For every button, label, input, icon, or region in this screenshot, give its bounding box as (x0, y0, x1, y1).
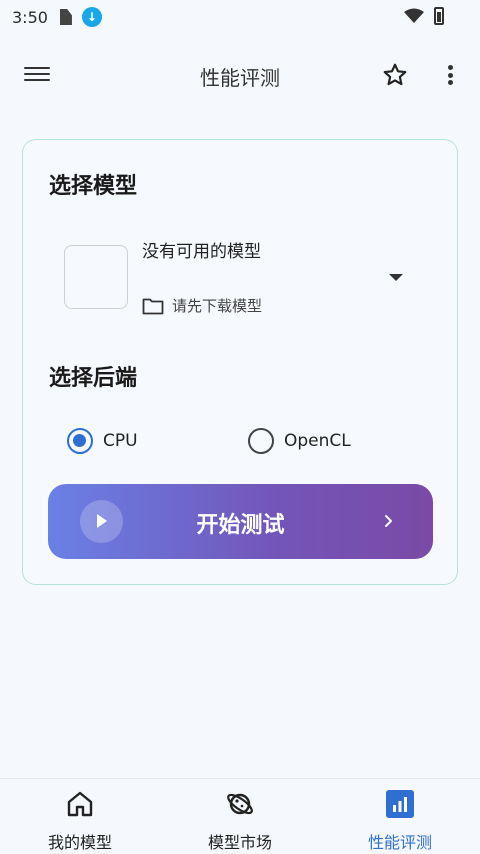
radio-cpu[interactable]: CPU (67, 428, 138, 454)
more-options-button[interactable] (444, 63, 456, 87)
bottom-navigation: 我的模型 模型市场 性能评测 (0, 778, 480, 853)
radio-cpu-label: CPU (103, 431, 138, 451)
nav-model-market-label: 模型市场 (207, 833, 272, 852)
app-bar: 性能评测 (0, 50, 480, 100)
select-backend-title: 选择后端 (49, 366, 138, 391)
wifi-icon (404, 8, 424, 23)
radio-unchecked-icon (248, 428, 274, 454)
model-name: 没有可用的模型 (142, 242, 261, 262)
status-bar: 3:50 ↓ (0, 0, 480, 34)
nav-benchmark-label: 性能评测 (367, 833, 432, 852)
dropdown-arrow-icon[interactable] (389, 274, 403, 281)
nav-model-market[interactable]: 模型市场 (160, 779, 320, 854)
radio-opencl-label: OpenCL (284, 431, 351, 451)
home-icon (67, 791, 93, 817)
planet-icon (227, 793, 253, 815)
status-icons (404, 7, 444, 25)
chevron-right-icon (385, 515, 392, 527)
select-model-title: 选择模型 (49, 174, 138, 199)
model-thumbnail (64, 245, 128, 309)
sim-card-icon (59, 9, 72, 25)
status-time: 3:50 (12, 7, 48, 27)
model-hint: 请先下载模型 (142, 295, 262, 316)
chart-icon (386, 790, 414, 818)
download-notification-icon: ↓ (81, 7, 102, 27)
page-title: 性能评测 (200, 66, 280, 90)
star-icon[interactable] (382, 62, 408, 88)
nav-benchmark[interactable]: 性能评测 (320, 779, 480, 854)
radio-checked-icon (67, 428, 93, 454)
start-test-button[interactable]: 开始测试 (48, 484, 433, 559)
folder-icon (142, 298, 164, 314)
more-vert-icon (447, 65, 453, 70)
radio-opencl[interactable]: OpenCL (248, 428, 351, 454)
nav-my-models-label: 我的模型 (47, 833, 112, 852)
start-test-label: 开始测试 (196, 513, 285, 538)
nav-my-models[interactable]: 我的模型 (0, 779, 160, 854)
benchmark-card: 选择模型 没有可用的模型 请先下载模型 选择后端 CPU OpenCL 开始测试 (22, 139, 458, 585)
model-hint-text: 请先下载模型 (172, 297, 263, 315)
battery-icon (434, 7, 444, 25)
